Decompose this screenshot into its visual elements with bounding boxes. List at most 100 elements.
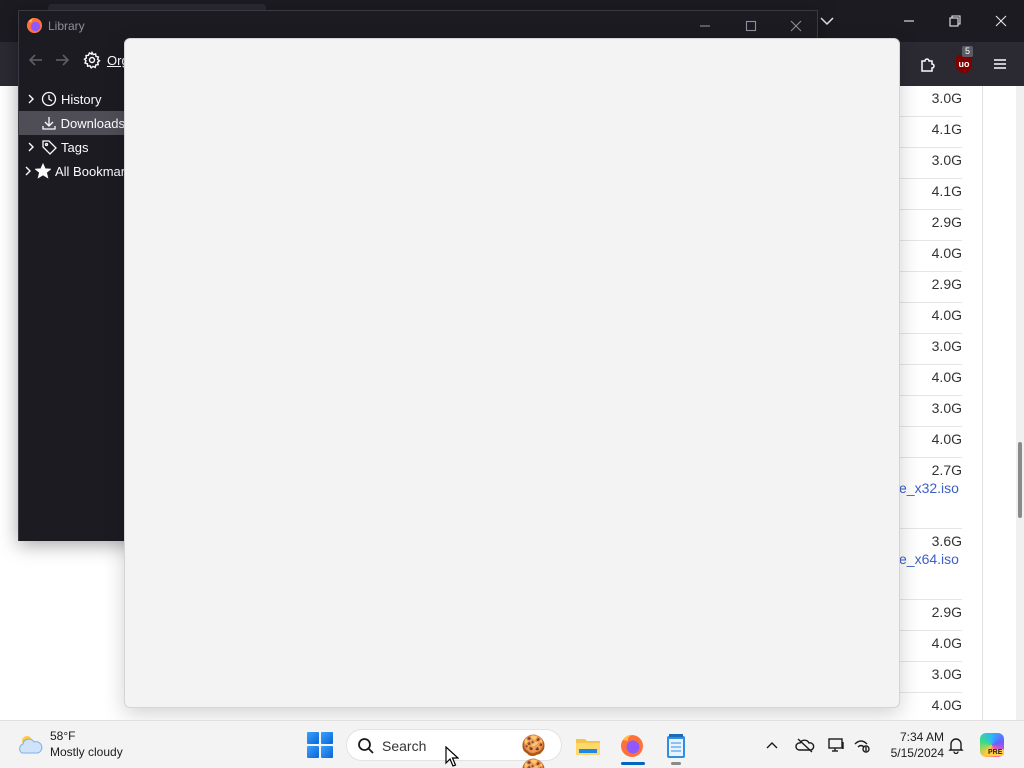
star-icon — [35, 163, 51, 179]
file-size: 2.9G — [931, 604, 962, 620]
organize-button[interactable]: Org — [83, 49, 129, 71]
file-size-row: 3.0G — [900, 334, 962, 365]
blank-dialog-window[interactable] — [124, 38, 900, 708]
library-titlebar[interactable]: Library — [19, 11, 817, 41]
file-size-row: 4.1G — [900, 117, 962, 148]
file-size: 4.0G — [931, 431, 962, 447]
extensions-puzzle-icon[interactable] — [914, 50, 942, 78]
running-app-indicator — [671, 762, 681, 765]
back-arrow-icon[interactable] — [25, 49, 47, 71]
file-size-row: 4.0G — [900, 365, 962, 396]
system-clock[interactable]: 7:34 AM 5/15/2024 — [880, 729, 944, 761]
clock-time: 7:34 AM — [899, 730, 944, 744]
cookie-highlight-icon: 🍪🍪 — [521, 735, 546, 768]
folder-icon — [576, 739, 600, 755]
file-size: 2.9G — [931, 276, 962, 292]
clock-icon — [41, 91, 57, 107]
file-size: 3.6G — [931, 533, 962, 549]
firefox-taskbar-button[interactable] — [614, 729, 650, 765]
file-size: 4.0G — [931, 245, 962, 261]
tree-item-all-bookmar[interactable]: All Bookmar — [19, 159, 125, 183]
minimize-button[interactable] — [886, 6, 932, 36]
file-size-row: 2.9G — [900, 272, 962, 303]
forward-arrow-icon[interactable] — [51, 49, 73, 71]
file-size-row: 3.0G — [900, 148, 962, 179]
mouse-pointer-icon — [445, 746, 459, 767]
weather-widget[interactable]: 58°F Mostly cloudy — [14, 727, 154, 763]
tree-item-label: History — [61, 91, 102, 107]
library-maximize-button[interactable] — [728, 11, 774, 41]
file-size-row: 4.0G — [900, 241, 962, 272]
search-placeholder: Search — [382, 738, 427, 754]
file-size: 2.7G — [931, 462, 962, 478]
tree-item-downloads[interactable]: Downloads — [19, 111, 125, 135]
chevron-right-icon[interactable] — [23, 94, 39, 104]
tree-item-label: Downloads — [60, 115, 125, 131]
close-button[interactable] — [978, 6, 1024, 36]
library-minimize-button[interactable] — [682, 11, 728, 41]
ublock-origin-button[interactable]: uo 5 — [950, 46, 978, 78]
network-settings-icon[interactable] — [852, 735, 872, 755]
page-scrollbar[interactable] — [1016, 86, 1024, 720]
file-size: 3.0G — [931, 338, 962, 354]
firefox-logo-icon — [621, 734, 643, 757]
file-size: 2.9G — [931, 214, 962, 230]
file-link[interactable]: e_x64.iso — [899, 551, 959, 567]
file-size-row: 4.0G — [900, 427, 962, 458]
file-explorer-taskbar-button[interactable] — [570, 729, 606, 763]
chevron-up-icon[interactable] — [762, 735, 782, 755]
onedrive-offline-icon[interactable] — [795, 735, 815, 755]
chevron-right-icon[interactable] — [23, 166, 33, 176]
library-places-tree: History Downloads Tags All Bookmar — [19, 81, 125, 541]
file-size: 3.0G — [931, 90, 962, 106]
page-scroll-thumb[interactable] — [1018, 442, 1022, 518]
file-size-row: 4.0G — [900, 303, 962, 334]
ublock-blocked-count: 5 — [962, 46, 974, 57]
ublock-shield-icon: uo — [956, 55, 972, 73]
weather-temperature: 58°F — [50, 729, 76, 743]
weather-description: Mostly cloudy — [50, 745, 123, 759]
search-icon — [357, 737, 375, 755]
page-divider — [982, 86, 983, 720]
windows-taskbar: 58°F Mostly cloudy Search 🍪🍪 — [0, 720, 1024, 768]
notification-bell-icon[interactable] — [946, 735, 966, 755]
file-size-row: 3.0G — [900, 86, 962, 117]
restore-button[interactable] — [932, 6, 978, 36]
download-icon — [41, 115, 57, 131]
windows-logo-tile — [321, 732, 333, 744]
file-size-row: 2.9G — [900, 210, 962, 241]
file-size: 4.0G — [931, 635, 962, 651]
clock-date: 5/15/2024 — [890, 746, 944, 760]
list-all-tabs-icon[interactable] — [816, 10, 838, 32]
tag-icon — [41, 139, 57, 155]
display-icon[interactable] — [826, 735, 846, 755]
file-size: 3.0G — [931, 400, 962, 416]
file-size-row: 4.1G — [900, 179, 962, 210]
file-size: 4.1G — [931, 183, 962, 199]
file-size: 4.1G — [931, 121, 962, 137]
tree-item-tags[interactable]: Tags — [19, 135, 125, 159]
tree-item-label: Tags — [61, 139, 89, 155]
library-close-button[interactable] — [773, 11, 819, 41]
file-size: 3.0G — [931, 666, 962, 682]
file-link[interactable]: e_x32.iso — [899, 480, 959, 496]
notepad-taskbar-button[interactable] — [658, 729, 694, 765]
file-size: 4.0G — [931, 697, 962, 713]
windows-logo-tile — [321, 746, 333, 758]
firefox-logo-icon — [26, 17, 43, 34]
library-title: Library — [48, 19, 85, 33]
windows-logo-tile — [307, 732, 319, 744]
file-size: 4.0G — [931, 307, 962, 323]
file-size: 3.0G — [931, 152, 962, 168]
start-button[interactable] — [306, 731, 334, 759]
file-size-row: 3.0G — [900, 396, 962, 427]
copilot-preview-badge: PRE — [986, 749, 1005, 756]
active-app-indicator — [621, 762, 645, 765]
file-size-row: 4.0G — [900, 631, 962, 662]
windows-logo-tile — [307, 746, 319, 758]
tree-item-label: All Bookmar — [55, 163, 125, 179]
hamburger-menu-icon[interactable] — [986, 50, 1014, 78]
file-size: 4.0G — [931, 369, 962, 385]
chevron-right-icon[interactable] — [23, 142, 39, 152]
tree-item-history[interactable]: History — [19, 87, 125, 111]
